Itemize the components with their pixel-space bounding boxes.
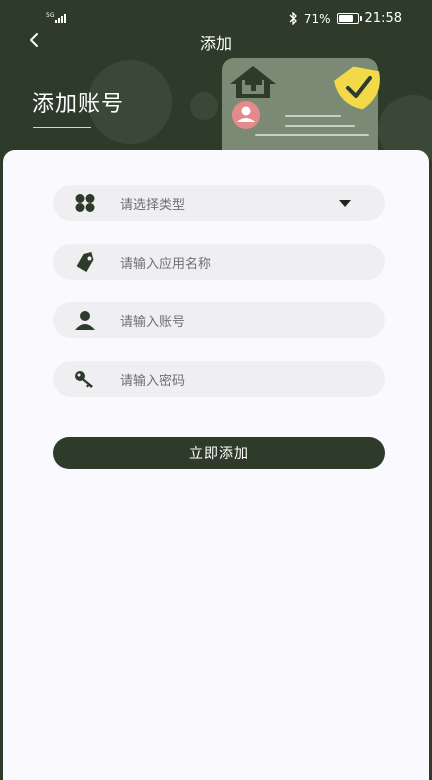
decor-blob [190,92,218,120]
key-icon [75,371,93,388]
bluetooth-icon [289,12,297,25]
nav-title: 添加 [199,34,232,53]
signal-icon: 5G [46,11,70,25]
type-select-placeholder: 请选择类型 [120,198,186,213]
submit-button[interactable]: 立即添加 [53,437,385,469]
form-card: 请选择类型 请输入应用名称 请输入账号 请输入密码 立即添加 [3,150,429,780]
heading-underline [33,127,91,128]
check-badge-icon [333,66,380,110]
battery-percent: 71% [303,11,331,26]
password-placeholder: 请输入密码 [120,374,186,389]
battery-icon [336,13,362,24]
app-name-placeholder: 请输入应用名称 [120,257,212,272]
dropdown-caret-icon [339,200,351,207]
password-input[interactable]: 请输入密码 [53,361,385,397]
app-name-input[interactable]: 请输入应用名称 [53,244,385,280]
network-type: 5G [46,12,55,19]
clock: 21:58 [364,11,402,26]
type-select[interactable]: 请选择类型 [53,185,385,221]
page-heading: 添加账号 [32,92,125,117]
account-placeholder: 请输入账号 [120,315,186,330]
tag-icon [76,252,94,272]
account-input[interactable]: 请输入账号 [53,302,385,338]
user-icon [75,311,95,330]
grid-icon [75,194,95,212]
